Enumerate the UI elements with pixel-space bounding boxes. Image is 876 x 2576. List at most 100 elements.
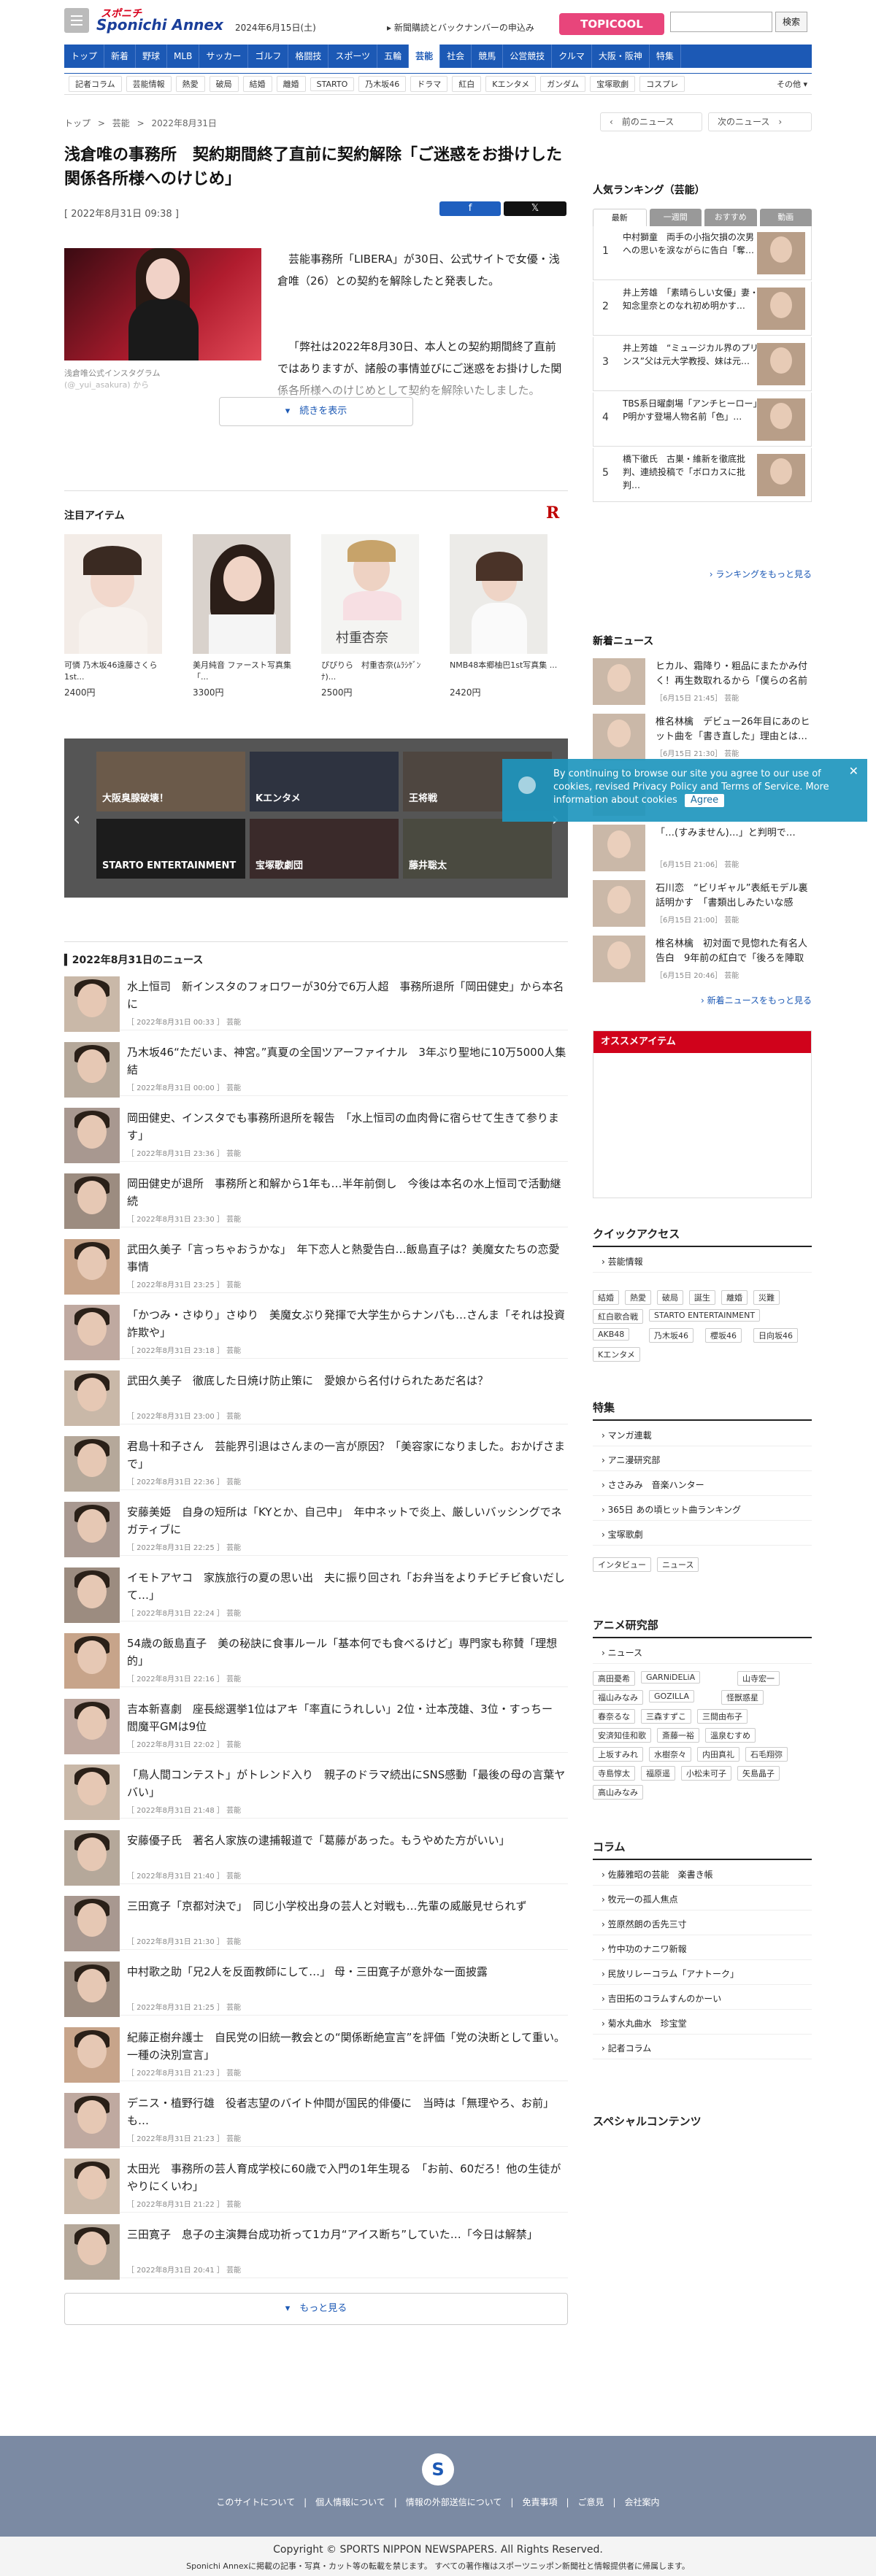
tag-chip[interactable]: 安済知佳和歌	[593, 1728, 651, 1743]
tag-chip[interactable]: 溫泉むすめ	[705, 1728, 756, 1743]
tag-chip[interactable]: 熱愛	[625, 1290, 651, 1305]
tab-week[interactable]: 一週間	[649, 209, 702, 226]
column-link[interactable]: › 竹中功のナニワ新報	[593, 1938, 812, 1960]
product-card[interactable]: 美月純音 ファースト写真集「... 3300円	[193, 534, 305, 698]
news-list-item[interactable]: 吉本新喜劇 座長総選挙1位はアキ「率直にうれしい」2位・辻本茂雄、3位・すっちー…	[64, 1694, 568, 1754]
tag-chip[interactable]: 高山みなみ	[593, 1785, 643, 1800]
news-list-item[interactable]: 54歳の飯島直子 美の秘訣に食事ルール「基本何でも食べるけど」専門家も称賛「理想…	[64, 1629, 568, 1689]
ranking-item[interactable]: 2 井上芳雄 「素晴らしい女優」妻・知念里奈とのなれ初め明かす…	[593, 282, 812, 336]
nav-item[interactable]: クルマ	[552, 45, 592, 68]
breadcrumb-top[interactable]: トップ	[64, 118, 91, 128]
tag-chip[interactable]: 寺島惇太	[593, 1766, 635, 1781]
site-logo[interactable]: スポニチ Sponichi Annex	[96, 6, 228, 35]
carousel-tile[interactable]: 大阪臭腺破壊！	[96, 752, 245, 811]
tokushu-link[interactable]: › ささみみ 音楽ハンター	[593, 1474, 812, 1496]
news-list-item[interactable]: 岡田健史、インスタでも事務所退所を報告 「水上恒司の血肉骨に宿らせて生きて参りま…	[64, 1103, 568, 1163]
product-card[interactable]: 村重杏奈 ぴぴりら 村重杏奈(ﾑﾗｼｹﾞﾝﾅ)... 2500円	[321, 534, 434, 698]
ranking-item[interactable]: 4 TBS系日曜劇場「アンチヒーロー」P明かす登場人物名前「色」…	[593, 393, 812, 447]
ranking-item[interactable]: 5 橋下徹氏 古巣・維新を徹底批判、連続投稿で「ボロカスに批判…	[593, 448, 812, 502]
hamburger-menu-button[interactable]	[64, 8, 89, 33]
tag-chip[interactable]: GARNiDELiA	[641, 1671, 701, 1684]
subnav-item[interactable]: 破局	[209, 76, 239, 92]
tag-chip[interactable]: STARTO ENTERTAINMENT	[649, 1309, 761, 1322]
quick-access-link[interactable]: › 芸能情報	[593, 1251, 812, 1273]
subnav-item[interactable]: 記者コラム	[69, 76, 122, 92]
tag-chip[interactable]: 乃木坂46	[649, 1328, 694, 1343]
news-list-item[interactable]: 中村歌之助「兄2人を反面教師にして…」 母・三田寛子が意外な一面披露 ［ 2022…	[64, 1957, 568, 2017]
subnav-item[interactable]: 熱愛	[175, 76, 205, 92]
tag-chip[interactable]: 内田真礼	[697, 1747, 739, 1762]
nav-item[interactable]: ゴルフ	[248, 45, 289, 68]
tag-chip[interactable]: Kエンタメ	[593, 1347, 640, 1362]
tag-chip[interactable]: AKB48	[593, 1328, 630, 1341]
subnav-item[interactable]: Kエンタメ	[485, 76, 537, 92]
anime-news-link[interactable]: › ニュース	[593, 1642, 812, 1664]
cookie-close-button[interactable]: ✕	[849, 765, 858, 778]
ranking-item[interactable]: 1 中村獅童 両手の小指欠損の次男への思いを涙ながらに告白「奪…	[593, 226, 812, 280]
tag-chip[interactable]: 誕生	[689, 1290, 715, 1305]
tab-latest[interactable]: 最新	[593, 209, 647, 226]
news-list-item[interactable]: 「鳥人間コンテスト」がトレンド入り 親子のドラマ続出にSNS感動「最後の母の言葉…	[64, 1760, 568, 1820]
nav-item[interactable]: 格闘技	[288, 45, 329, 68]
latest-news-more-link[interactable]: › 新着ニュースをもっと見る	[593, 994, 812, 1006]
carousel-tile[interactable]: 宝塚歌劇団	[250, 819, 399, 879]
footer-links[interactable]: このサイトについて | 個人情報について | 情報の外部送信について | 免責事…	[0, 2496, 876, 2508]
news-list-item[interactable]: 乃木坂46“ただいま、神宮。”真夏の全国ツアーファイナル 3年ぶり聖地に10万5…	[64, 1038, 568, 1098]
tab-video[interactable]: 動画	[759, 209, 812, 226]
nav-item[interactable]: 五輪	[377, 45, 410, 68]
tokushu-link[interactable]: › アニ漫研究部	[593, 1449, 812, 1471]
product-card[interactable]: 可憐 乃木坂46遠藤さくら1st... 2400円	[64, 534, 177, 698]
nav-item[interactable]: MLB	[167, 45, 200, 68]
tag-chip[interactable]: 日向坂46	[753, 1328, 798, 1343]
tokushu-link[interactable]: › 宝塚歌劇	[593, 1524, 812, 1546]
tag-chip[interactable]: 離婚	[721, 1290, 748, 1305]
news-list-item[interactable]: 安藤優子氏 著名人家族の逮捕報道で「葛藤があった。もうやめた方がいい」 ［ 202…	[64, 1826, 568, 1886]
news-list-item[interactable]: 安藤美姫 自身の短所は「KYとか、自己中」 年中ネットで炎上、厳しいバッシングで…	[64, 1497, 568, 1557]
subnav-item[interactable]: 宝塚歌劇	[590, 76, 636, 92]
breadcrumb-geino[interactable]: 芸能	[112, 118, 130, 128]
news-list-item[interactable]: 紀藤正樹弁護士 自民党の旧統一教会との“関係断絶宣言”を評価「党の決断として重い…	[64, 2023, 568, 2083]
tag-chip[interactable]: 福原遥	[641, 1766, 675, 1781]
carousel-prev-button[interactable]: ‹	[73, 809, 80, 830]
nav-item[interactable]: 競馬	[472, 45, 504, 68]
tag-chip[interactable]: 災難	[753, 1290, 780, 1305]
tag-chip[interactable]: 高田憂希	[593, 1671, 635, 1686]
next-news-button[interactable]: 次のニュース ›	[708, 112, 812, 131]
nav-item[interactable]: 社会	[440, 45, 472, 68]
tag-chip[interactable]: 紅白歌合戦	[593, 1309, 643, 1324]
tag-chip[interactable]: 矢島晶子	[737, 1766, 780, 1781]
tag-chip[interactable]: ニュース	[657, 1557, 699, 1572]
tag-chip[interactable]: 石毛翔弥	[745, 1747, 788, 1762]
ranking-more-link[interactable]: › ランキングをもっと見る	[593, 568, 812, 580]
tag-chip[interactable]: 破局	[657, 1290, 683, 1305]
tag-chip[interactable]: 結婚	[593, 1290, 619, 1305]
tag-chip[interactable]: インタビュー	[593, 1557, 651, 1572]
subnav-item[interactable]: STARTO	[310, 77, 355, 91]
tag-chip[interactable]: 三間由布子	[697, 1709, 748, 1724]
latest-news-item[interactable]: 椎名林檎 デビュー26年目にあのヒット曲を「書き直した」理由とは… ［6月15日 …	[593, 714, 812, 763]
x-share-button[interactable]: 𝕏	[504, 201, 566, 216]
read-more-button[interactable]: ▾ 続きを表示	[219, 397, 413, 426]
nav-item[interactable]: トップ	[64, 45, 105, 68]
news-list-item[interactable]: 武田久美子「言っちゃおうかな」 年下恋人と熱愛告白…飯島直子は？美魔女たちの恋愛…	[64, 1235, 568, 1295]
nav-item[interactable]: 新着	[104, 45, 137, 68]
news-list-item[interactable]: イモトアヤコ 家族旅行の夏の思い出 夫に振り回され「お弁当をよりチビチビ食いだし…	[64, 1563, 568, 1623]
subnav-item[interactable]: ドラマ	[410, 76, 448, 92]
nav-item[interactable]: スポーツ	[328, 45, 378, 68]
subnav-item[interactable]: 乃木坂46	[358, 76, 407, 92]
nav-item[interactable]: 芸能	[409, 45, 441, 68]
product-card[interactable]: NMB48本郷柚巴1st写真集 ... 2420円	[450, 534, 562, 698]
tag-chip[interactable]: 春奈るな	[593, 1709, 635, 1724]
subnav-item[interactable]: 芸能情報	[126, 76, 172, 92]
column-link[interactable]: › 佐藤雅昭の芸能 楽書き帳	[593, 1864, 812, 1886]
nav-item[interactable]: 野球	[136, 45, 168, 68]
column-link[interactable]: › 笠原然朗の舌先三寸	[593, 1913, 812, 1935]
breadcrumb-date[interactable]: 2022年8月31日	[151, 118, 216, 128]
news-list-item[interactable]: 太田光 事務所の芸人育成学校に60歳で入門の1年生現る 「お前、60だろ！他の生…	[64, 2154, 568, 2214]
news-list-item[interactable]: 三田寛子 息子の主演舞台成功祈って1カ月“アイス断ち”していた…「今日は解禁」 ［…	[64, 2220, 568, 2280]
news-list-item[interactable]: 武田久美子 徹底した日焼け防止策に 愛娘から名付けられたあだ名は？ ［ 2022年…	[64, 1366, 568, 1426]
tag-chip[interactable]: 櫻坂46	[705, 1328, 742, 1343]
subnav-item[interactable]: コスプレ	[639, 76, 685, 92]
carousel-tile[interactable]: 藤井聡太	[403, 819, 552, 879]
nav-item[interactable]: 大阪・阪神	[592, 45, 650, 68]
